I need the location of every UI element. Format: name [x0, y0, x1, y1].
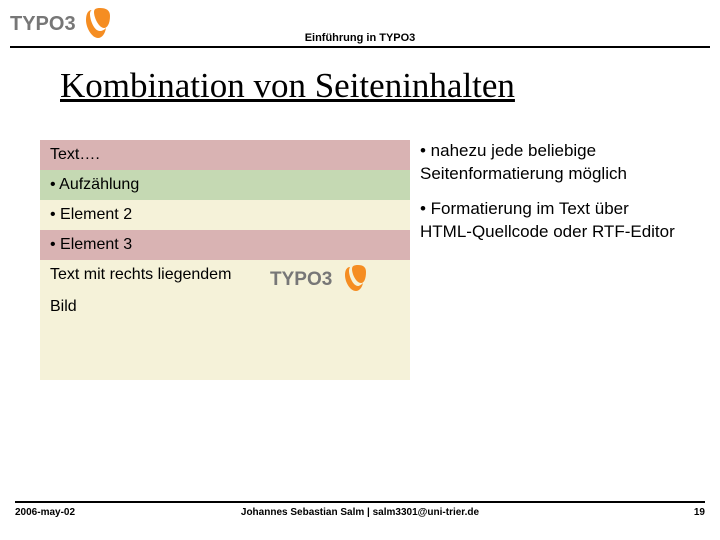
- footer: Johannes Sebastian Salm | salm3301@uni-t…: [15, 501, 705, 518]
- right-column: • nahezu jede beliebige Seitenformatieru…: [420, 140, 680, 380]
- example-row-bullet2: • Element 2: [40, 200, 410, 230]
- left-column: Text…. • Aufzählung • Element 2 • Elemen…: [40, 140, 410, 380]
- bullet-html-rtf: • Formatierung im Text über HTML-Quellco…: [420, 198, 680, 244]
- footer-date: 2006-may-02: [15, 507, 75, 518]
- example-row-bullet3: • Element 3: [40, 230, 410, 260]
- footer-author: Johannes Sebastian Salm | salm3301@uni-t…: [15, 507, 705, 518]
- header-subtitle: Einführung in TYPO3: [10, 32, 710, 44]
- example-row-text: Text….: [40, 140, 410, 170]
- header: TYPO3 Einführung in TYPO3: [10, 6, 710, 48]
- example-row-bullet1: • Aufzählung: [40, 170, 410, 200]
- example-block-textimage: Text mit rechts liegendem Bild TYPO3: [40, 260, 410, 380]
- footer-page-number: 19: [694, 507, 705, 518]
- slide-title: Kombination von Seiteninhalten: [60, 66, 680, 106]
- content-area: Text…. • Aufzählung • Element 2 • Elemen…: [40, 140, 680, 380]
- bullet-formatting: • nahezu jede beliebige Seitenformatieru…: [420, 140, 680, 186]
- typo3-inline-logo: TYPO3: [270, 263, 380, 300]
- block-line2: Bild: [50, 298, 400, 316]
- slide: TYPO3 Einführung in TYPO3 Kombination vo…: [0, 0, 720, 540]
- svg-text:TYPO3: TYPO3: [270, 269, 332, 290]
